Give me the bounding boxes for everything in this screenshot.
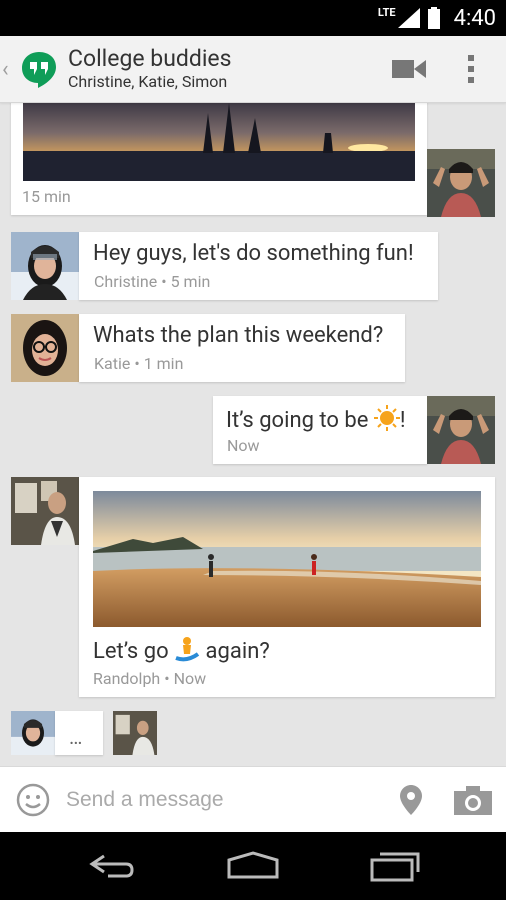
battery-icon bbox=[427, 7, 440, 29]
message-bubble-outgoing[interactable]: It’s going to be ! Now bbox=[213, 396, 427, 464]
sun-emoji-icon bbox=[373, 405, 400, 437]
sunset-photo bbox=[23, 103, 415, 181]
conversation-participants: Christine, Katie, Simon bbox=[68, 72, 228, 91]
emoji-icon[interactable] bbox=[16, 783, 50, 817]
avatar-christine[interactable] bbox=[11, 232, 79, 300]
message-timestamp: Now bbox=[227, 436, 260, 455]
message-timestamp: 15 min bbox=[22, 187, 71, 206]
overflow-menu-button[interactable] bbox=[448, 36, 494, 102]
hangouts-logo-icon[interactable] bbox=[20, 50, 58, 88]
beach-photo bbox=[93, 491, 481, 627]
message-sender-time: Randolph • Now bbox=[93, 669, 207, 688]
location-pin-icon[interactable] bbox=[400, 785, 422, 815]
status-bar: LTE 4:40 bbox=[0, 0, 506, 36]
message-text: Hey guys, let's do something fun! bbox=[93, 241, 414, 266]
message-bubble-photo[interactable]: Let’s go again? Randolph • Now bbox=[79, 477, 495, 697]
camera-icon[interactable] bbox=[454, 785, 492, 815]
avatar-randolph[interactable] bbox=[11, 477, 79, 545]
message-bubble[interactable]: Hey guys, let's do something fun! Christ… bbox=[79, 232, 438, 300]
message-text-part: ! bbox=[399, 408, 406, 433]
home-icon[interactable] bbox=[226, 850, 280, 880]
overflow-menu-icon bbox=[468, 55, 474, 83]
avatar-image bbox=[427, 396, 495, 464]
message-text-part: again? bbox=[200, 639, 270, 664]
surfer-emoji-icon bbox=[174, 636, 200, 668]
avatar-katie[interactable] bbox=[11, 314, 79, 382]
video-camera-icon bbox=[392, 60, 426, 78]
message-input[interactable] bbox=[64, 787, 400, 813]
message-list[interactable]: 15 min Hey guys, let's do something fun!… bbox=[0, 103, 506, 765]
avatar-image bbox=[11, 314, 79, 382]
message-composer bbox=[0, 766, 506, 833]
avatar-image bbox=[11, 477, 79, 545]
recent-apps-icon[interactable] bbox=[368, 850, 420, 882]
conversation-title: College buddies bbox=[68, 45, 232, 72]
message-text-part: It’s going to be bbox=[226, 408, 374, 433]
system-nav-bar bbox=[0, 832, 506, 900]
message-text: It’s going to be ! bbox=[226, 405, 406, 437]
message-sender-time: Katie • 1 min bbox=[94, 354, 184, 373]
message-sender-time: Christine • 5 min bbox=[94, 272, 211, 291]
avatar-simon[interactable] bbox=[427, 396, 495, 464]
avatar-simon[interactable] bbox=[427, 149, 495, 217]
message-text-part: Let’s go bbox=[93, 639, 175, 664]
typing-dots: … bbox=[69, 725, 83, 749]
avatar-image bbox=[427, 149, 495, 217]
signal-icon bbox=[397, 8, 420, 28]
message-text: Whats the plan this weekend? bbox=[93, 323, 384, 348]
network-type: LTE bbox=[377, 5, 396, 19]
avatar-christine-typing bbox=[11, 711, 55, 755]
avatar-image bbox=[11, 232, 79, 300]
back-icon[interactable] bbox=[88, 852, 136, 880]
back-caret-icon[interactable]: ‹ bbox=[2, 57, 18, 82]
message-bubble-photo[interactable]: 15 min bbox=[11, 103, 427, 215]
video-call-button[interactable] bbox=[380, 36, 438, 102]
message-text: Let’s go again? bbox=[93, 636, 270, 668]
conversation-titles[interactable]: College buddies Christine, Katie, Simon bbox=[68, 46, 380, 92]
avatar-randolph-read bbox=[113, 711, 157, 755]
typing-indicator: … bbox=[55, 711, 103, 755]
message-bubble[interactable]: Whats the plan this weekend? Katie • 1 m… bbox=[79, 314, 405, 382]
avatar-image bbox=[113, 711, 157, 755]
avatar-image bbox=[11, 711, 55, 755]
clock: 4:40 bbox=[453, 5, 496, 31]
action-bar: ‹ College buddies Christine, Katie, Simo… bbox=[0, 36, 506, 103]
